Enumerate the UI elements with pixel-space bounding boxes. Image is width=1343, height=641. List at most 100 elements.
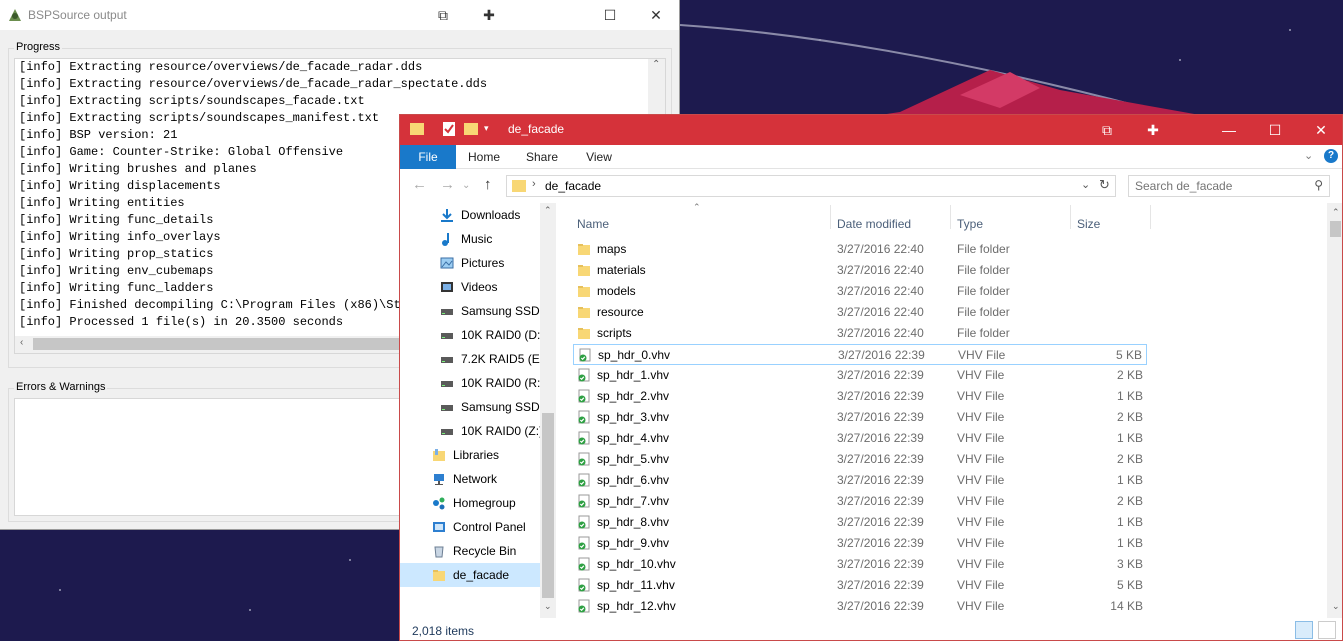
refresh-icon[interactable]: ↻: [1099, 177, 1110, 193]
pin-icon[interactable]: ✚: [466, 0, 512, 30]
nav-item-label: Network: [453, 472, 498, 486]
file-explorer-window: ▾ de_facade ⧉ ✚ — ☐ ✕ File Home Share Vi…: [399, 114, 1343, 641]
nav-item[interactable]: Videos: [400, 275, 540, 299]
pin-icon[interactable]: ✚: [1130, 115, 1176, 145]
log-line: [info] Extracting resource/overviews/de_…: [19, 60, 423, 74]
nav-item[interactable]: 10K RAID0 (R:): [400, 371, 540, 395]
back-arrow-icon[interactable]: ←: [412, 176, 427, 193]
help-icon[interactable]: ?: [1324, 149, 1338, 163]
file-row[interactable]: sp_hdr_2.vhv 3/27/2016 22:39 VHV File 1 KB: [573, 386, 1147, 407]
file-row[interactable]: sp_hdr_4.vhv 3/27/2016 22:39 VHV File 1 KB: [573, 428, 1147, 449]
expand-ribbon-icon[interactable]: ⌄: [1304, 149, 1313, 162]
bsp-window-title: BSPSource output: [28, 8, 127, 22]
column-date-modified[interactable]: Date modified: [837, 217, 911, 231]
file-row[interactable]: sp_hdr_0.vhv 3/27/2016 22:39 VHV File 5 KB: [573, 344, 1147, 365]
breadcrumb-current[interactable]: de_facade: [545, 179, 601, 193]
up-arrow-icon[interactable]: ↑: [484, 176, 492, 193]
maximize-button[interactable]: ☐: [587, 0, 633, 30]
file-row[interactable]: sp_hdr_7.vhv 3/27/2016 22:39 VHV File 2 KB: [573, 491, 1147, 512]
file-date-modified: 3/27/2016 22:39: [837, 599, 924, 613]
bsp-titlebar[interactable]: BSPSource output ⧉ ✚ ☐ ✕: [0, 0, 679, 30]
file-row[interactable]: sp_hdr_5.vhv 3/27/2016 22:39 VHV File 2 KB: [573, 449, 1147, 470]
file-row[interactable]: sp_hdr_8.vhv 3/27/2016 22:39 VHV File 1 KB: [573, 512, 1147, 533]
nav-item[interactable]: Homegroup: [400, 491, 540, 515]
address-dropdown-icon[interactable]: ⌄: [1081, 178, 1090, 191]
column-divider[interactable]: [1150, 205, 1151, 229]
minimize-button[interactable]: —: [1206, 115, 1252, 145]
file-name: sp_hdr_0.vhv: [598, 348, 671, 362]
file-row[interactable]: maps 3/27/2016 22:40 File folder: [573, 239, 1147, 260]
file-row[interactable]: sp_hdr_10.vhv 3/27/2016 22:39 VHV File 3 KB: [573, 554, 1147, 575]
column-name[interactable]: Name: [577, 217, 609, 231]
file-size: 3 KB: [1116, 557, 1143, 571]
nav-item[interactable]: Samsung SSD (: [400, 299, 540, 323]
file-list-scrollbar[interactable]: ⌃ ⌄: [1327, 203, 1342, 618]
column-divider[interactable]: [830, 205, 831, 229]
nav-item[interactable]: Music: [400, 227, 540, 251]
file-row[interactable]: sp_hdr_9.vhv 3/27/2016 22:39 VHV File 1 KB: [573, 533, 1147, 554]
large-icons-view-icon[interactable]: [1318, 621, 1336, 639]
recent-chevron-icon[interactable]: ⌄: [462, 180, 470, 191]
search-input[interactable]: [1135, 178, 1305, 194]
nav-item[interactable]: Pictures: [400, 251, 540, 275]
nav-scrollbar[interactable]: ⌃ ⌄: [540, 203, 556, 618]
file-row[interactable]: resource 3/27/2016 22:40 File folder: [573, 302, 1147, 323]
column-size[interactable]: Size: [1077, 217, 1100, 231]
file-row[interactable]: models 3/27/2016 22:40 File folder: [573, 281, 1147, 302]
forward-arrow-icon[interactable]: →: [440, 176, 455, 193]
new-folder-icon[interactable]: [464, 121, 478, 137]
scroll-up-icon[interactable]: ⌃: [544, 205, 552, 216]
scroll-up-icon[interactable]: ⌃: [1332, 207, 1340, 218]
file-row[interactable]: materials 3/27/2016 22:40 File folder: [573, 260, 1147, 281]
nav-item[interactable]: Downloads: [400, 203, 540, 227]
column-divider[interactable]: [950, 205, 951, 229]
scroll-down-icon[interactable]: ⌄: [1332, 601, 1340, 612]
details-view-icon[interactable]: [1295, 621, 1313, 639]
close-button[interactable]: ✕: [1298, 115, 1342, 145]
vhv-file-icon: [578, 536, 590, 550]
folder-icon: [578, 265, 590, 276]
file-size: 2 KB: [1116, 452, 1143, 466]
tab-share[interactable]: Share: [518, 145, 566, 169]
scroll-up-icon[interactable]: ⌃: [652, 59, 660, 70]
nav-item[interactable]: Libraries: [400, 443, 540, 467]
maximize-button[interactable]: ☐: [1252, 115, 1298, 145]
scroll-down-icon[interactable]: ⌄: [544, 601, 552, 612]
file-row[interactable]: scripts 3/27/2016 22:40 File folder: [573, 323, 1147, 344]
tab-view[interactable]: View: [574, 145, 624, 169]
properties-icon[interactable]: [442, 121, 456, 137]
search-box[interactable]: ⚲: [1128, 175, 1330, 197]
snap-icon[interactable]: ⧉: [420, 0, 466, 30]
explorer-titlebar[interactable]: ▾ de_facade ⧉ ✚ — ☐ ✕: [400, 115, 1342, 145]
nav-item[interactable]: 10K RAID0 (D:): [400, 323, 540, 347]
tab-home[interactable]: Home: [460, 145, 508, 169]
file-date-modified: 3/27/2016 22:40: [837, 263, 924, 277]
nav-item[interactable]: Control Panel: [400, 515, 540, 539]
chevron-down-icon[interactable]: ▾: [484, 123, 489, 134]
column-type[interactable]: Type: [957, 217, 983, 231]
errors-list[interactable]: [14, 398, 414, 516]
address-path[interactable]: › de_facade ⌄ ↻: [506, 175, 1116, 197]
nav-item[interactable]: Samsung SSD (: [400, 395, 540, 419]
scroll-left-icon[interactable]: ‹: [20, 337, 23, 348]
nav-item[interactable]: Recycle Bin: [400, 539, 540, 563]
file-row[interactable]: sp_hdr_11.vhv 3/27/2016 22:39 VHV File 5 KB: [573, 575, 1147, 596]
file-row[interactable]: sp_hdr_6.vhv 3/27/2016 22:39 VHV File 1 KB: [573, 470, 1147, 491]
list-scroll-thumb[interactable]: [1330, 221, 1341, 237]
file-row[interactable]: sp_hdr_12.vhv 3/27/2016 22:39 VHV File 14 K…: [573, 596, 1147, 617]
nav-item[interactable]: Network: [400, 467, 540, 491]
nav-item[interactable]: 10K RAID0 (Z:): [400, 419, 540, 443]
nav-item[interactable]: de_facade: [400, 563, 540, 587]
column-divider[interactable]: [1070, 205, 1071, 229]
file-row[interactable]: sp_hdr_1.vhv 3/27/2016 22:39 VHV File 2 KB: [573, 365, 1147, 386]
close-button[interactable]: ✕: [633, 0, 679, 30]
nav-scroll-thumb[interactable]: [542, 413, 554, 598]
file-name: sp_hdr_8.vhv: [597, 515, 670, 529]
file-row[interactable]: sp_hdr_3.vhv 3/27/2016 22:39 VHV File 2 KB: [573, 407, 1147, 428]
nav-item[interactable]: 7.2K RAID5 (E:): [400, 347, 540, 371]
breadcrumb-separator-icon[interactable]: ›: [532, 178, 536, 190]
file-size: 5 KB: [1115, 348, 1142, 362]
search-icon[interactable]: ⚲: [1314, 178, 1323, 192]
snap-icon[interactable]: ⧉: [1084, 115, 1130, 145]
tab-file[interactable]: File: [400, 145, 456, 169]
